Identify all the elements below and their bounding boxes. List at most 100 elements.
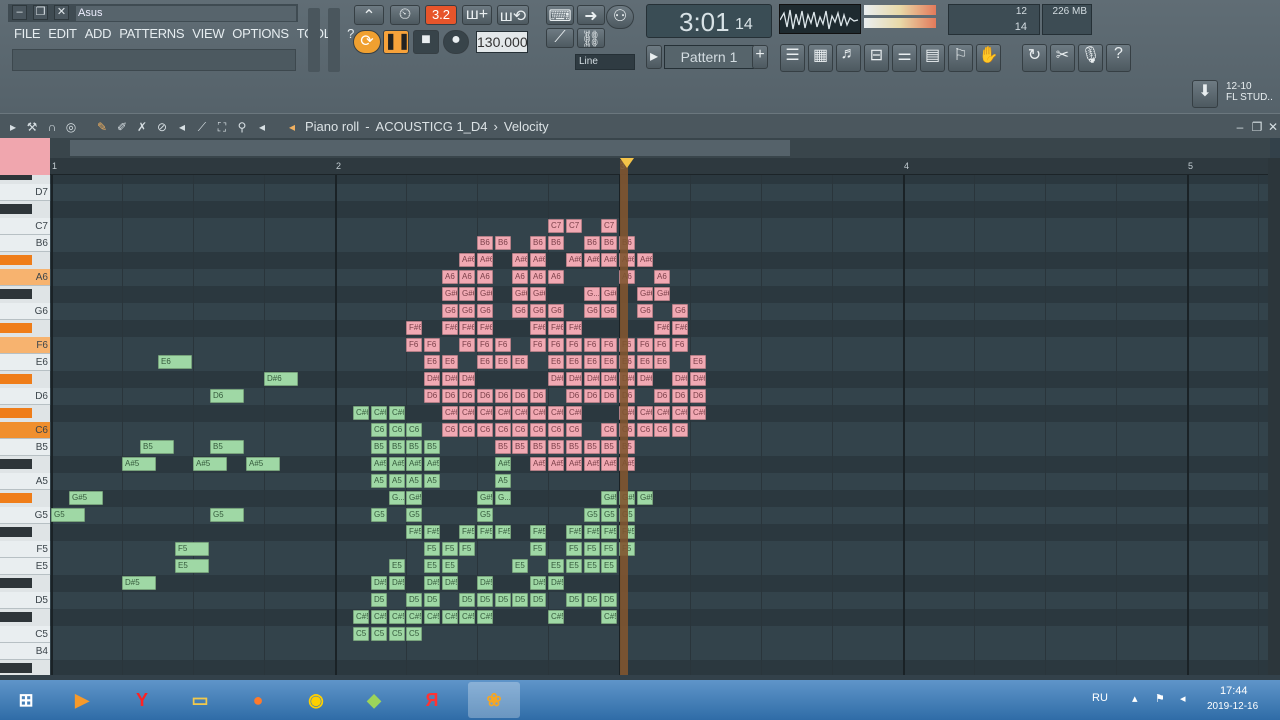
note[interactable]: G6 (672, 304, 688, 318)
download-icon[interactable]: ⬇ (1192, 80, 1218, 108)
note[interactable]: G5 (210, 508, 244, 522)
clock-date[interactable]: 2019-12-16 (1207, 701, 1258, 712)
loop-record-button[interactable]: ш⟲ (497, 5, 529, 25)
select-tool-icon[interactable]: ⛶ (215, 120, 229, 134)
bluestacks-icon[interactable]: ◆ (352, 682, 396, 718)
note[interactable]: A#5 (122, 457, 156, 471)
note[interactable]: F6 (566, 338, 582, 352)
note[interactable]: C6 (389, 423, 405, 437)
note[interactable]: G5 (584, 508, 600, 522)
note[interactable]: G5 (371, 508, 387, 522)
note[interactable]: G6 (548, 304, 564, 318)
note[interactable]: E6 (424, 355, 440, 369)
media-player-icon[interactable]: ▶ (60, 682, 104, 718)
note[interactable]: C6 (459, 423, 475, 437)
note[interactable]: A6 (459, 270, 475, 284)
note[interactable]: D6 (566, 389, 582, 403)
note[interactable]: C6 (495, 423, 511, 437)
piano-key-white[interactable]: B6 (0, 235, 50, 252)
note[interactable]: G5 (601, 508, 617, 522)
piano-key-white[interactable]: G5 (0, 507, 50, 524)
note[interactable]: G#5 (69, 491, 103, 505)
piano-key-black[interactable] (0, 459, 32, 469)
note[interactable]: D#5 (548, 576, 564, 590)
playlist-icon[interactable]: ☰ (780, 44, 805, 72)
note[interactable]: D5 (406, 593, 422, 607)
typing-keyboard-button[interactable]: ⌨ (546, 5, 574, 25)
note[interactable]: A#6 (566, 253, 582, 267)
note[interactable]: G6 (477, 304, 493, 318)
note[interactable]: D#6 (424, 372, 440, 386)
browser-icon[interactable]: ⊟ (864, 44, 889, 72)
note[interactable]: F#6 (566, 321, 582, 335)
note[interactable]: G#5 (406, 491, 422, 505)
piano-key-white[interactable]: G6 (0, 303, 50, 320)
note[interactable]: A#5 (566, 457, 582, 471)
note[interactable]: C#5 (548, 610, 564, 624)
piano-key-white[interactable]: F6 (0, 337, 50, 354)
note[interactable]: C7 (548, 219, 564, 233)
undo-icon[interactable]: ↻ (1022, 44, 1047, 72)
piano-key-white[interactable]: F5 (0, 541, 50, 558)
channel-rack-icon[interactable]: ▤ (920, 44, 945, 72)
note[interactable]: B6 (477, 236, 493, 250)
note[interactable]: C5 (371, 627, 387, 641)
playhead[interactable] (620, 160, 628, 675)
note[interactable]: D#5 (530, 576, 546, 590)
note[interactable]: D#6 (566, 372, 582, 386)
note[interactable]: G#6 (637, 287, 653, 301)
piano-key-black[interactable] (0, 493, 32, 503)
note[interactable]: C6 (406, 423, 422, 437)
note[interactable]: D5 (584, 593, 600, 607)
note[interactable]: G5 (477, 508, 493, 522)
explorer-icon[interactable]: ▭ (178, 682, 222, 718)
note[interactable]: B5 (512, 440, 528, 454)
note[interactable]: F#5 (566, 525, 582, 539)
note[interactable]: F6 (654, 338, 670, 352)
piano-key-white[interactable]: B4 (0, 643, 50, 660)
note[interactable]: B6 (530, 236, 546, 250)
note[interactable]: C#5 (389, 610, 405, 624)
note[interactable]: C#5 (601, 610, 617, 624)
note[interactable]: E5 (424, 559, 440, 573)
note[interactable]: D#6 (584, 372, 600, 386)
note[interactable]: A6 (548, 270, 564, 284)
note[interactable]: F#6 (654, 321, 670, 335)
cut-icon[interactable]: ✂ (1050, 44, 1075, 72)
note[interactable]: D5 (424, 593, 440, 607)
note[interactable]: B6 (495, 236, 511, 250)
note[interactable]: A5 (406, 474, 422, 488)
note[interactable]: F5 (175, 542, 209, 556)
note[interactable]: A#6 (584, 253, 600, 267)
timeline[interactable]: 12345 (50, 158, 1268, 175)
note[interactable]: G5 (406, 508, 422, 522)
note[interactable]: C6 (601, 423, 617, 437)
piano-key-white[interactable]: E6 (0, 354, 50, 371)
note[interactable]: G5 (51, 508, 85, 522)
piano-key-white[interactable]: E5 (0, 558, 50, 575)
note[interactable]: C#6 (672, 406, 688, 420)
note[interactable]: C#6 (442, 406, 458, 420)
note[interactable]: F#5 (459, 525, 475, 539)
note[interactable]: D5 (530, 593, 546, 607)
note[interactable]: G#5 (477, 491, 493, 505)
note[interactable]: C#6 (690, 406, 706, 420)
note[interactable]: C#6 (477, 406, 493, 420)
note[interactable]: C6 (637, 423, 653, 437)
clock-time[interactable]: 17:44 (1220, 685, 1248, 697)
pattern-song-toggle[interactable]: ⟳ (353, 30, 381, 54)
tools-wrench-icon[interactable]: ⚒ (25, 120, 39, 134)
stop-button[interactable]: ■ (413, 30, 439, 54)
note[interactable]: A6 (442, 270, 458, 284)
note[interactable]: A#5 (406, 457, 422, 471)
speaker-icon[interactable]: ◂ (175, 120, 189, 134)
piano-key-black[interactable] (0, 255, 32, 265)
note[interactable]: D5 (512, 593, 528, 607)
note[interactable]: A#5 (424, 457, 440, 471)
menu-item-view[interactable]: VIEW (192, 26, 224, 44)
note[interactable]: F#6 (459, 321, 475, 335)
note[interactable]: A#5 (530, 457, 546, 471)
note[interactable]: D6 (459, 389, 475, 403)
vertical-scroll[interactable] (1268, 158, 1280, 675)
note[interactable]: G#6 (459, 287, 475, 301)
